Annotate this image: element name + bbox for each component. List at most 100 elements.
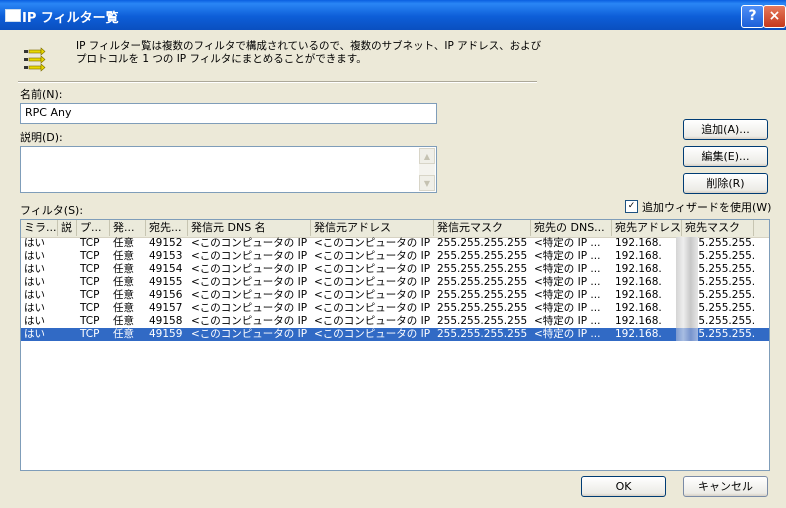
redacted-address-block bbox=[676, 237, 698, 250]
table-cell: <特定の IP ... bbox=[534, 289, 601, 301]
filters-label: フィルタ(S): bbox=[20, 204, 84, 217]
table-cell: <このコンピュータの IP ... bbox=[314, 289, 434, 301]
close-button[interactable]: × bbox=[763, 5, 786, 28]
window-title: IP フィルター覧 bbox=[22, 11, 119, 26]
column-header[interactable]: 宛先の DNS... bbox=[531, 220, 612, 236]
table-cell bbox=[58, 263, 77, 276]
column-header[interactable]: プ... bbox=[77, 220, 110, 236]
column-header[interactable]: 発信元マスク bbox=[434, 220, 531, 236]
table-cell: TCP bbox=[80, 276, 100, 288]
table-row[interactable]: はい TCP 任意 49156 <このコンピュータの IP ... <このコンピュータの … bbox=[21, 289, 769, 302]
table-cell: 49152 bbox=[149, 237, 183, 249]
table-cell: <このコンピュータの IP ... bbox=[314, 237, 434, 249]
table-cell: 255.255.255.255 bbox=[437, 302, 528, 314]
table-cell bbox=[58, 315, 77, 328]
wizard-checkbox[interactable]: ✓ bbox=[625, 200, 638, 213]
name-label: 名前(N): bbox=[20, 88, 63, 101]
table-row[interactable]: はい TCP 任意 49153 <このコンピュータの IP ... <このコンピュータの … bbox=[21, 250, 769, 263]
cancel-button[interactable]: キャンセル bbox=[683, 476, 768, 497]
table-cell: 192.168. bbox=[615, 315, 662, 327]
name-input[interactable]: RPC Any bbox=[20, 103, 437, 124]
table-cell: <このコンピュータの IP ... bbox=[191, 276, 311, 288]
window-icon bbox=[5, 9, 21, 22]
table-cell: TCP bbox=[80, 289, 100, 301]
filters-list[interactable]: ミラ... 説プ... 発... 宛先... 発信元 DNS 名発信元アドレス 発信元マス… bbox=[20, 219, 770, 471]
column-header[interactable]: 説 bbox=[58, 220, 77, 236]
redacted-address-block bbox=[676, 276, 698, 289]
table-cell: TCP bbox=[80, 328, 100, 340]
table-cell: <このコンピュータの IP ... bbox=[314, 315, 434, 327]
table-cell: 49153 bbox=[149, 250, 183, 262]
table-cell: 192.168. bbox=[615, 302, 662, 314]
table-cell: <このコンピュータの IP ... bbox=[314, 276, 434, 288]
separator bbox=[18, 81, 537, 83]
table-cell: <このコンピュータの IP ... bbox=[191, 237, 311, 249]
column-header[interactable]: 発... bbox=[110, 220, 146, 236]
name-input-value: RPC Any bbox=[25, 106, 72, 119]
table-cell: <特定の IP ... bbox=[534, 237, 601, 249]
column-header[interactable]: ミラ... bbox=[21, 220, 58, 236]
ip-filter-list-dialog: IP フィルター覧 ? × IP フィルター覧は複数のフィルタで構成されているの… bbox=[0, 0, 786, 508]
table-row[interactable]: はい TCP 任意 49155 <このコンピュータの IP ... <このコンピュータの … bbox=[21, 276, 769, 289]
table-cell: 255.255.255.255 bbox=[437, 315, 528, 327]
table-cell: <このコンピュータの IP ... bbox=[191, 302, 311, 314]
table-cell: <特定の IP ... bbox=[534, 302, 601, 314]
table-cell: TCP bbox=[80, 250, 100, 262]
column-header[interactable]: 発信元 DNS 名 bbox=[188, 220, 311, 236]
table-cell: 255.255.255.255 bbox=[437, 276, 528, 288]
description-input[interactable]: ▲ ▼ bbox=[20, 146, 437, 193]
column-header[interactable]: 発信元アドレス bbox=[311, 220, 434, 236]
table-row[interactable]: はい TCP 任意 49152 <このコンピュータの IP ... <このコンピュータの … bbox=[21, 237, 769, 250]
table-cell: 255.255.255.255 bbox=[437, 289, 528, 301]
column-header[interactable]: 宛先... bbox=[146, 220, 188, 236]
filters-list-header: ミラ... 説プ... 発... 宛先... 発信元 DNS 名発信元アドレス 発信元マス… bbox=[21, 220, 769, 238]
table-cell: はい bbox=[24, 276, 45, 288]
dialog-description: IP フィルター覧は複数のフィルタで構成されているので、複数のサブネット、IP … bbox=[76, 40, 542, 65]
table-cell: はい bbox=[24, 289, 45, 301]
column-header[interactable]: 宛先マスク bbox=[682, 220, 754, 236]
description-scrollbar[interactable]: ▲ ▼ bbox=[419, 148, 435, 191]
wizard-checkbox-label[interactable]: 追加ウィザードを使用(W) bbox=[642, 199, 771, 215]
table-row-selected[interactable]: はい TCP 任意 49159 <このコンピュータの IP ... <このコンピュータの … bbox=[21, 328, 769, 341]
table-cell: TCP bbox=[80, 315, 100, 327]
table-cell: <このコンピュータの IP ... bbox=[191, 250, 311, 262]
table-cell: <このコンピュータの IP ... bbox=[191, 263, 311, 275]
table-cell: 任意 bbox=[113, 237, 134, 249]
table-cell: <このコンピュータの IP ... bbox=[191, 315, 311, 327]
table-cell: 49157 bbox=[149, 302, 183, 314]
table-cell: 255.255.255.255 bbox=[437, 237, 528, 249]
checkmark-icon: ✓ bbox=[627, 201, 636, 211]
table-cell: <特定の IP ... bbox=[534, 263, 601, 275]
table-cell: 49156 bbox=[149, 289, 183, 301]
add-button[interactable]: 追加(A)... bbox=[683, 119, 768, 140]
edit-button[interactable]: 編集(E)... bbox=[683, 146, 768, 167]
table-cell bbox=[58, 302, 77, 315]
table-cell bbox=[58, 328, 77, 341]
scroll-down-arrow-icon[interactable]: ▼ bbox=[419, 175, 435, 191]
table-cell: <このコンピュータの IP ... bbox=[314, 263, 434, 275]
ok-button[interactable]: OK bbox=[581, 476, 666, 497]
table-row[interactable]: はい TCP 任意 49158 <このコンピュータの IP ... <このコンピュータの … bbox=[21, 315, 769, 328]
delete-button[interactable]: 削除(R) bbox=[683, 173, 768, 194]
column-header[interactable]: 宛先アドレス bbox=[612, 220, 682, 236]
table-cell: 任意 bbox=[113, 315, 134, 327]
table-cell: 任意 bbox=[113, 289, 134, 301]
table-cell: <特定の IP ... bbox=[534, 276, 601, 288]
redacted-address-block bbox=[676, 263, 698, 276]
table-cell: <このコンピュータの IP ... bbox=[314, 302, 434, 314]
filter-list-icon bbox=[24, 47, 46, 72]
table-cell: 49154 bbox=[149, 263, 183, 275]
scroll-up-arrow-icon[interactable]: ▲ bbox=[419, 148, 435, 164]
table-cell: はい bbox=[24, 237, 45, 249]
table-row[interactable]: はい TCP 任意 49157 <このコンピュータの IP ... <このコンピュータの … bbox=[21, 302, 769, 315]
table-cell: TCP bbox=[80, 237, 100, 249]
table-row[interactable]: はい TCP 任意 49154 <このコンピュータの IP ... <このコンピュータの … bbox=[21, 263, 769, 276]
title-bar[interactable]: IP フィルター覧 ? × bbox=[0, 0, 786, 30]
help-button[interactable]: ? bbox=[741, 5, 764, 28]
table-cell: 192.168. bbox=[615, 328, 662, 340]
table-cell: 任意 bbox=[113, 328, 134, 340]
table-cell: <このコンピュータの IP ... bbox=[191, 328, 311, 340]
redacted-address-block bbox=[676, 302, 698, 315]
table-cell: 255.255.255.255 bbox=[437, 250, 528, 262]
table-cell: はい bbox=[24, 302, 45, 314]
